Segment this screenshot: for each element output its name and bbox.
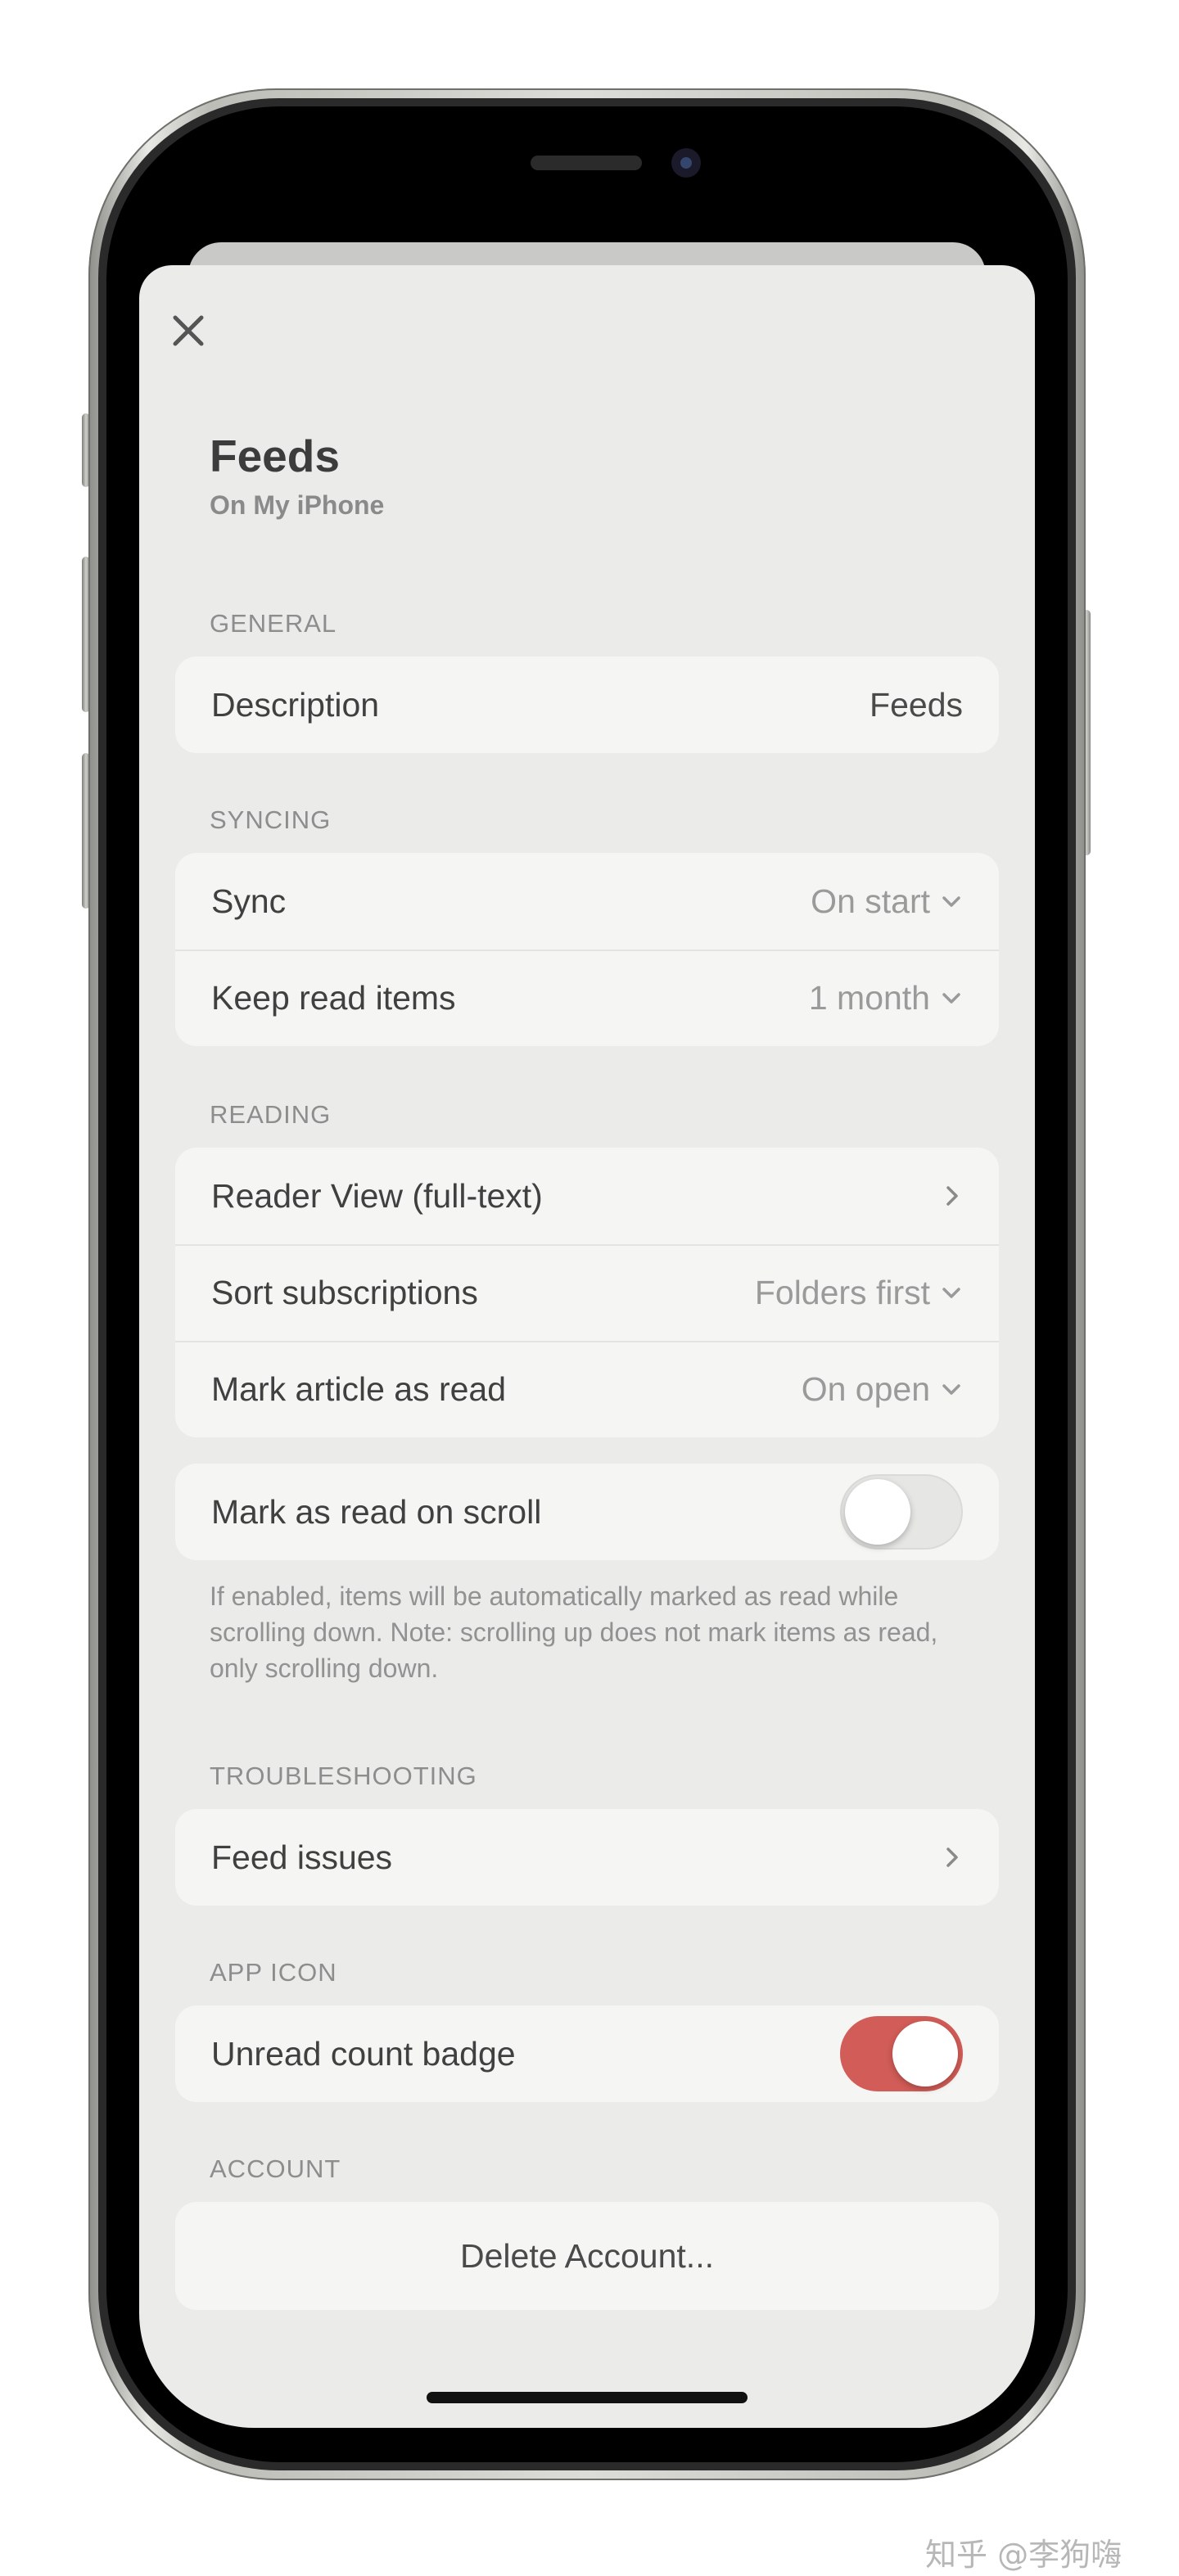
section-label-account: ACCOUNT [210,2154,341,2183]
chevron-down-icon [942,1384,960,1395]
earpiece-speaker [531,156,642,170]
row-label: Sync [211,882,287,920]
section-label-general: GENERAL [210,609,337,638]
group-mark-on-scroll: Mark as read on scroll [175,1464,999,1560]
row-value-text: On start [811,882,930,920]
group-app-icon: Unread count badge [175,2005,999,2102]
row-keep-read-items[interactable]: Keep read items 1 month [175,950,999,1046]
group-general: Description Feeds [175,656,999,753]
watermark: 知乎 @李狗嗨 [925,2537,1123,2573]
page-subtitle: On My iPhone [210,490,385,520]
row-label: Mark as read on scroll [211,1492,542,1531]
row-mark-as-read-on-scroll: Mark as read on scroll [175,1464,999,1560]
row-label: Reader View (full-text) [211,1176,543,1215]
row-value-dropdown: Folders first [755,1274,963,1312]
row-value: Feeds [870,685,963,724]
chevron-right-icon [946,1186,958,1206]
row-description[interactable]: Description Feeds [175,656,999,753]
group-syncing: Sync On start Keep read items 1 month [175,853,999,1046]
section-label-troubleshooting: TROUBLESHOOTING [210,1762,477,1790]
row-value-text: 1 month [808,978,930,1017]
row-label: Feed issues [211,1838,393,1876]
row-reader-view[interactable]: Reader View (full-text) [175,1148,999,1244]
row-label: Unread count badge [211,2034,516,2073]
toggle-knob [845,1479,910,1545]
row-label: Sort subscriptions [211,1273,478,1311]
chevron-down-icon [942,896,960,907]
section-label-syncing: SYNCING [210,805,332,834]
row-sort-subscriptions[interactable]: Sort subscriptions Folders first [175,1244,999,1341]
row-sync[interactable]: Sync On start [175,853,999,950]
row-label: Mark article as read [211,1369,507,1408]
page-title: Feeds [210,431,340,481]
section-label-reading: READING [210,1100,332,1129]
section-label-app-icon: APP ICON [210,1958,337,1987]
row-mark-article-as-read[interactable]: Mark article as read On open [175,1341,999,1437]
close-icon [173,315,204,346]
unread-badge-toggle[interactable] [840,2016,963,2091]
home-indicator[interactable] [427,2392,748,2403]
mark-on-scroll-toggle[interactable] [840,1474,963,1550]
row-value-dropdown: On open [802,1370,963,1409]
sheet-header: Feeds On My iPhone [210,434,384,521]
row-feed-issues[interactable]: Feed issues [175,1809,999,1906]
front-camera [671,148,701,178]
group-troubleshooting: Feed issues [175,1809,999,1906]
delete-account-label: Delete Account... [460,2236,714,2275]
mark-on-scroll-footnote: If enabled, items will be automatically … [210,1581,938,1683]
row-value-text: Folders first [754,1273,930,1311]
row-unread-count-badge: Unread count badge [175,2005,999,2102]
toggle-knob [892,2021,958,2087]
delete-account-button[interactable]: Delete Account... [175,2202,999,2310]
row-label: Keep read items [211,978,456,1017]
row-value-dropdown: 1 month [809,979,963,1017]
row-value-dropdown: On start [811,882,963,921]
row-label: Description [211,685,380,724]
settings-sheet: Feeds On My iPhone GENERAL Description F… [139,265,1035,2428]
group-account: Delete Account... [175,2202,999,2310]
chevron-down-icon [942,1288,960,1298]
group-reading: Reader View (full-text) Sort subscriptio… [175,1148,999,1437]
chevron-right-icon [946,1847,958,1867]
chevron-down-icon [942,993,960,1004]
close-button[interactable] [169,311,208,350]
row-value-text: On open [801,1369,930,1408]
